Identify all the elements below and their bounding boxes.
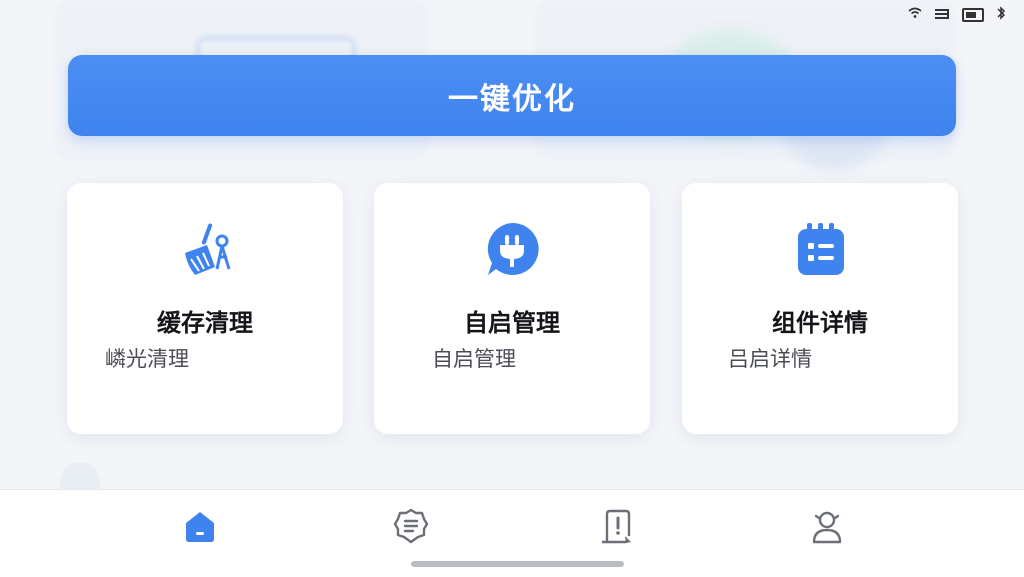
home-indicator[interactable]: [411, 561, 624, 567]
card-subtitle: 吕启详情: [728, 347, 812, 371]
card-subtitle: 嶙光清理: [105, 347, 189, 371]
list-badge-icon: [391, 506, 431, 550]
one-click-optimize-button[interactable]: 一键优化: [68, 55, 956, 136]
card-title: 组件详情: [772, 309, 868, 337]
nav-home-button[interactable]: [178, 506, 222, 550]
card-title: 缓存清理: [157, 309, 253, 337]
nav-list-button[interactable]: [389, 506, 433, 550]
user-icon: [807, 506, 847, 550]
report-alert-icon: [598, 506, 638, 550]
auto-start-card[interactable]: 自启管理 自启管理: [374, 183, 650, 434]
cache-clean-card[interactable]: 缓存清理 嶙光清理: [67, 183, 343, 434]
battery-icon: [962, 7, 984, 22]
bluetooth-icon: [996, 6, 1006, 23]
card-title: 自启管理: [464, 309, 560, 337]
home-icon: [180, 506, 220, 550]
nav-report-button[interactable]: [596, 506, 640, 550]
status-bar: [908, 6, 1006, 23]
nav-profile-button[interactable]: [805, 506, 849, 550]
signal-icon: [934, 7, 950, 22]
card-subtitle: 自启管理: [432, 347, 516, 371]
power-plug-icon: [482, 219, 542, 279]
broom-icon: [175, 219, 235, 279]
component-list-icon: [790, 219, 850, 279]
component-details-card[interactable]: 组件详情 吕启详情: [682, 183, 958, 434]
wifi-icon: [908, 7, 922, 22]
